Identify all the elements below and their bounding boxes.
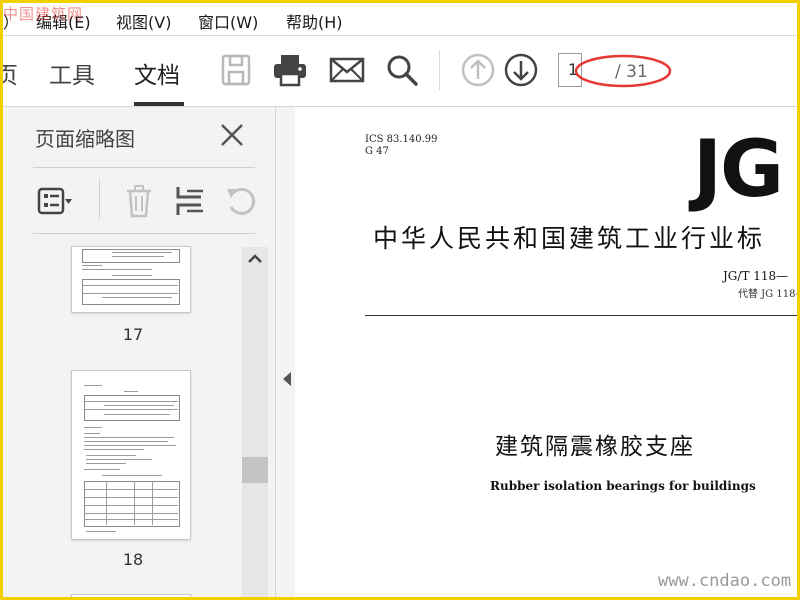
thumbnail-label: 17 (122, 325, 144, 344)
menu-bar: ） 编辑(E) 视图(V) 窗口(W) 帮助(H) (3, 3, 797, 36)
tab-home[interactable]: 页 (3, 56, 18, 90)
close-icon[interactable] (218, 121, 246, 149)
page-thumbnail[interactable] (72, 371, 190, 539)
app-window: ） 编辑(E) 视图(V) 窗口(W) 帮助(H) 中国建筑网 页 工具 文档 … (3, 3, 797, 597)
ics-code: ICS 83.140.99 (365, 134, 438, 145)
chevron-up-icon[interactable] (246, 250, 264, 268)
print-icon[interactable] (272, 52, 308, 88)
collapse-panel-icon[interactable] (281, 371, 293, 387)
menu-help[interactable]: 帮助(H) (286, 9, 343, 33)
extract-pages-icon[interactable] (173, 183, 209, 219)
replaced-standard: 代替 JG 118- (738, 289, 797, 300)
panel-divider (33, 167, 255, 168)
search-icon[interactable] (384, 52, 420, 88)
thumbnail-label: 18 (122, 550, 144, 569)
save-icon[interactable] (219, 52, 255, 88)
header-rule (365, 315, 797, 316)
document-view: ICS 83.140.99 G 47 JG 中华人民共和国建筑工业行业标 JG/… (295, 107, 797, 597)
toolbar: 页 工具 文档 1 / 31 (3, 36, 797, 107)
scrollbar-thumb[interactable] (242, 457, 268, 483)
watermark-bottom-right: www.cndao.com (658, 571, 792, 591)
next-page-icon[interactable] (503, 52, 539, 88)
page-thumbnail[interactable] (72, 247, 190, 312)
watermark-top-left: 中国建筑网 (3, 5, 84, 23)
tab-document[interactable]: 文档 (134, 56, 180, 90)
prev-page-icon[interactable] (460, 52, 496, 88)
active-tab-indicator (134, 102, 184, 106)
menu-view[interactable]: 视图(V) (116, 9, 171, 33)
tab-tools[interactable]: 工具 (49, 56, 95, 90)
panel-divider-2 (33, 233, 255, 234)
thumbnail-options-icon[interactable] (37, 183, 73, 219)
document-title-cn: 建筑隔震橡胶支座 (495, 434, 695, 460)
menu-window[interactable]: 窗口(W) (198, 9, 258, 33)
panel-toolbar-separator (99, 179, 100, 219)
toolbar-separator (439, 50, 440, 90)
rotate-icon[interactable] (223, 183, 259, 219)
standard-category-title: 中华人民共和国建筑工业行业标 (373, 224, 766, 253)
panel-title: 页面缩略图 (35, 127, 135, 151)
standard-logo: JG (693, 125, 784, 215)
page-thumbnail[interactable] (72, 595, 190, 597)
classification-code: G 47 (365, 146, 389, 157)
thumbnail-scrollbar[interactable] (242, 247, 268, 597)
highlight-ellipse (574, 54, 672, 88)
trash-icon[interactable] (121, 183, 157, 219)
document-title-en: Rubber isolation bearings for buildings (490, 479, 756, 493)
email-icon[interactable] (329, 52, 365, 88)
thumbnail-panel: 页面缩略图 17 18 (3, 107, 276, 597)
standard-number: JG/T 118— (723, 269, 789, 283)
